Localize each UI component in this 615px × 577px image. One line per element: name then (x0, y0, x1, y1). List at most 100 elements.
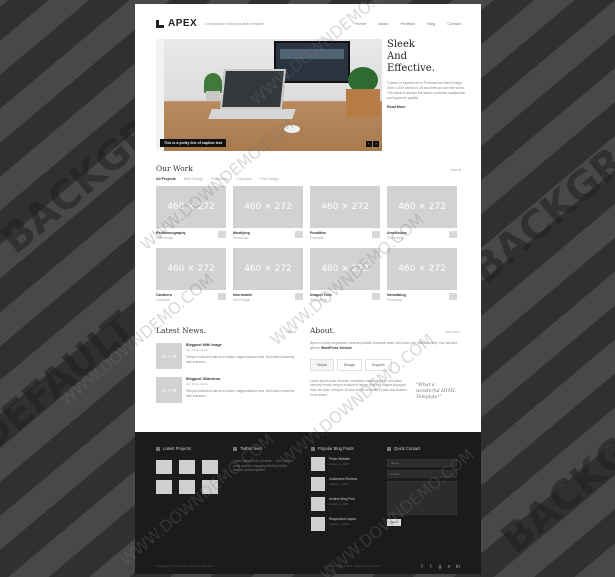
nav-item-about[interactable]: About (378, 21, 388, 26)
news-post: 75 × 75 Blogpost With Image Jan 19 by Ad… (156, 343, 296, 369)
portfolio-category: Concepts (310, 236, 324, 240)
read-more-link[interactable]: Read More (387, 105, 467, 109)
portfolio-meta: Nemotblog Photoshop (387, 290, 457, 304)
footer-project-thumb[interactable] (202, 460, 218, 474)
filter-web-design[interactable]: Web Design (184, 177, 204, 181)
portfolio-item[interactable]: 460 × 272 Canberra Concepts (156, 248, 226, 304)
portfolio-open-icon[interactable] (372, 231, 380, 238)
our-work-title: Our Work (156, 164, 193, 173)
nav-item-contact[interactable]: Contact (447, 21, 461, 26)
portfolio-open-icon[interactable] (372, 293, 380, 300)
logo[interactable]: APEX (156, 18, 197, 29)
portfolio-thumbnail[interactable]: 460 × 272 (233, 248, 303, 290)
portfolio-thumbnail[interactable]: 460 × 272 (310, 248, 380, 290)
filter-print-design[interactable]: Print Design (260, 177, 280, 181)
portfolio-meta: Dragon Foxe Web Design (310, 290, 380, 304)
portfolio-item[interactable]: 460 × 272 Dragon Foxe Web Design (310, 248, 380, 304)
nav-item-portfolio[interactable]: Portfolio (401, 21, 416, 26)
footer-blog-name[interactable]: Another Blog Post (329, 497, 355, 501)
footer-blog-item[interactable]: Responsive Layout January 1, 2013 (311, 517, 357, 531)
portfolio-title[interactable]: Amsterdam (387, 231, 457, 235)
footer-project-thumb[interactable] (156, 460, 172, 474)
footer-blog-thumb (311, 517, 325, 531)
about-tabs: Vision Design Support (310, 358, 460, 371)
footer-blog-item[interactable]: Photo Website January 1, 2013 (311, 457, 357, 471)
google-plus-icon[interactable]: g (437, 564, 443, 570)
latest-news-section: Latest News. view all 75 × 75 Blogpost W… (156, 326, 296, 403)
portfolio-item[interactable]: 460 × 272 Nemotblog Photoshop (387, 248, 457, 304)
footer-project-thumb[interactable] (179, 460, 195, 474)
portfolio-meta: Punditise Concepts (310, 228, 380, 242)
footer-latest-projects: Latest Projects (156, 446, 218, 494)
slider-prev-button[interactable]: ‹ (366, 141, 372, 147)
portfolio-item[interactable]: 460 × 272 Mostlying Photoshop (233, 186, 303, 242)
portfolio-title[interactable]: Mostlying (233, 231, 303, 235)
linkedin-icon[interactable]: in (455, 564, 461, 570)
contact-name-field[interactable]: Name (387, 459, 457, 467)
tab-vision[interactable]: Vision (310, 358, 334, 371)
portfolio-open-icon[interactable] (218, 231, 226, 238)
filter-photoshop[interactable]: Photoshop (211, 177, 228, 181)
portfolio-thumbnail[interactable]: 460 × 272 (387, 186, 457, 228)
tab-design[interactable]: Design (336, 358, 362, 371)
portfolio-title[interactable]: Redthemography (156, 231, 226, 235)
portfolio-title[interactable]: Canberra (156, 293, 226, 297)
copyright-text: Copyright © 2013 Apex. All rights reserv… (156, 564, 214, 568)
slider-controls: ‹ › (366, 141, 379, 147)
hero-slider-image[interactable]: This is a pretty line of caption text ‹ … (156, 39, 382, 151)
footer-blog-name[interactable]: Responsive Layout (329, 517, 356, 521)
contact-email-field[interactable]: Email (387, 470, 457, 478)
our-work-view-all-link[interactable]: view all (451, 168, 461, 172)
contact-message-field[interactable] (387, 481, 457, 515)
twitter-icon[interactable]: t (428, 564, 434, 570)
footer-blog-name[interactable]: Photo Website (329, 457, 350, 461)
news-post-title[interactable]: Blogpost With Image (186, 343, 296, 347)
portfolio-thumbnail[interactable]: 460 × 272 (310, 186, 380, 228)
footer-project-thumb[interactable] (202, 480, 218, 494)
portfolio-title[interactable]: Punditise (310, 231, 380, 235)
footer-blog-item[interactable]: Another Blog Post January 1, 2013 (311, 497, 357, 511)
filter-concepts[interactable]: Concepts (236, 177, 251, 181)
portfolio-item[interactable]: 460 × 272 Redthemography Web Design (156, 186, 226, 242)
news-post-thumbnail[interactable]: 75 × 75 (156, 377, 182, 403)
latest-news-view-all-link[interactable]: view all (286, 330, 296, 334)
footer-blog-date: January 1, 2013 (329, 522, 350, 526)
portfolio-open-icon[interactable] (295, 231, 303, 238)
footer-blog-item[interactable]: Customers Reviews January 1, 2013 (311, 477, 357, 491)
portfolio-open-icon[interactable] (295, 293, 303, 300)
portfolio-title[interactable]: Nemotblog (387, 293, 457, 297)
portfolio-open-icon[interactable] (218, 293, 226, 300)
filter-all-projects[interactable]: All Projects (156, 177, 176, 181)
news-post-thumbnail[interactable]: 75 × 75 (156, 343, 182, 369)
vimeo-icon[interactable]: v (446, 564, 452, 570)
footer-blog-name[interactable]: Customers Reviews (329, 477, 357, 481)
tab-support[interactable]: Support (364, 358, 392, 371)
footer-project-thumb[interactable] (156, 480, 172, 494)
portfolio-grid: 460 × 272 Redthemography Web Design 460 × … (156, 186, 461, 304)
portfolio-thumbnail[interactable]: 460 × 272 (233, 186, 303, 228)
news-post-content: Blogpost With Image Jan 19 by Admin Temp… (186, 343, 296, 369)
portfolio-thumbnail[interactable]: 460 × 272 (156, 186, 226, 228)
nav-item-home[interactable]: Home (355, 21, 366, 26)
portfolio-meta: Mostlying Photoshop (233, 228, 303, 242)
portfolio-title[interactable]: Dragon Foxe (310, 293, 380, 297)
folder-icon (156, 446, 160, 451)
portfolio-item[interactable]: 460 × 272 Amsterdam Print Design (387, 186, 457, 242)
portfolio-item[interactable]: 460 × 272 Intermobile Web Design (233, 248, 303, 304)
portfolio-title[interactable]: Intermobile (233, 293, 303, 297)
about-read-more-link[interactable]: read more (445, 330, 460, 334)
hero-pot (206, 91, 220, 101)
wordpress-version-link[interactable]: WordPress Version! (321, 346, 352, 350)
facebook-icon[interactable]: f (419, 564, 425, 570)
contact-send-button[interactable]: Send (387, 519, 401, 526)
footer-blog-thumb (311, 457, 325, 471)
portfolio-item[interactable]: 460 × 272 Punditise Concepts (310, 186, 380, 242)
news-post-title[interactable]: Blogpost Slideshow (186, 377, 296, 381)
slider-next-button[interactable]: › (373, 141, 379, 147)
portfolio-open-icon[interactable] (449, 231, 457, 238)
portfolio-open-icon[interactable] (449, 293, 457, 300)
portfolio-thumbnail[interactable]: 460 × 272 (387, 248, 457, 290)
footer-project-thumb[interactable] (179, 480, 195, 494)
portfolio-thumbnail[interactable]: 460 × 272 (156, 248, 226, 290)
nav-item-blog[interactable]: Blog (427, 21, 435, 26)
